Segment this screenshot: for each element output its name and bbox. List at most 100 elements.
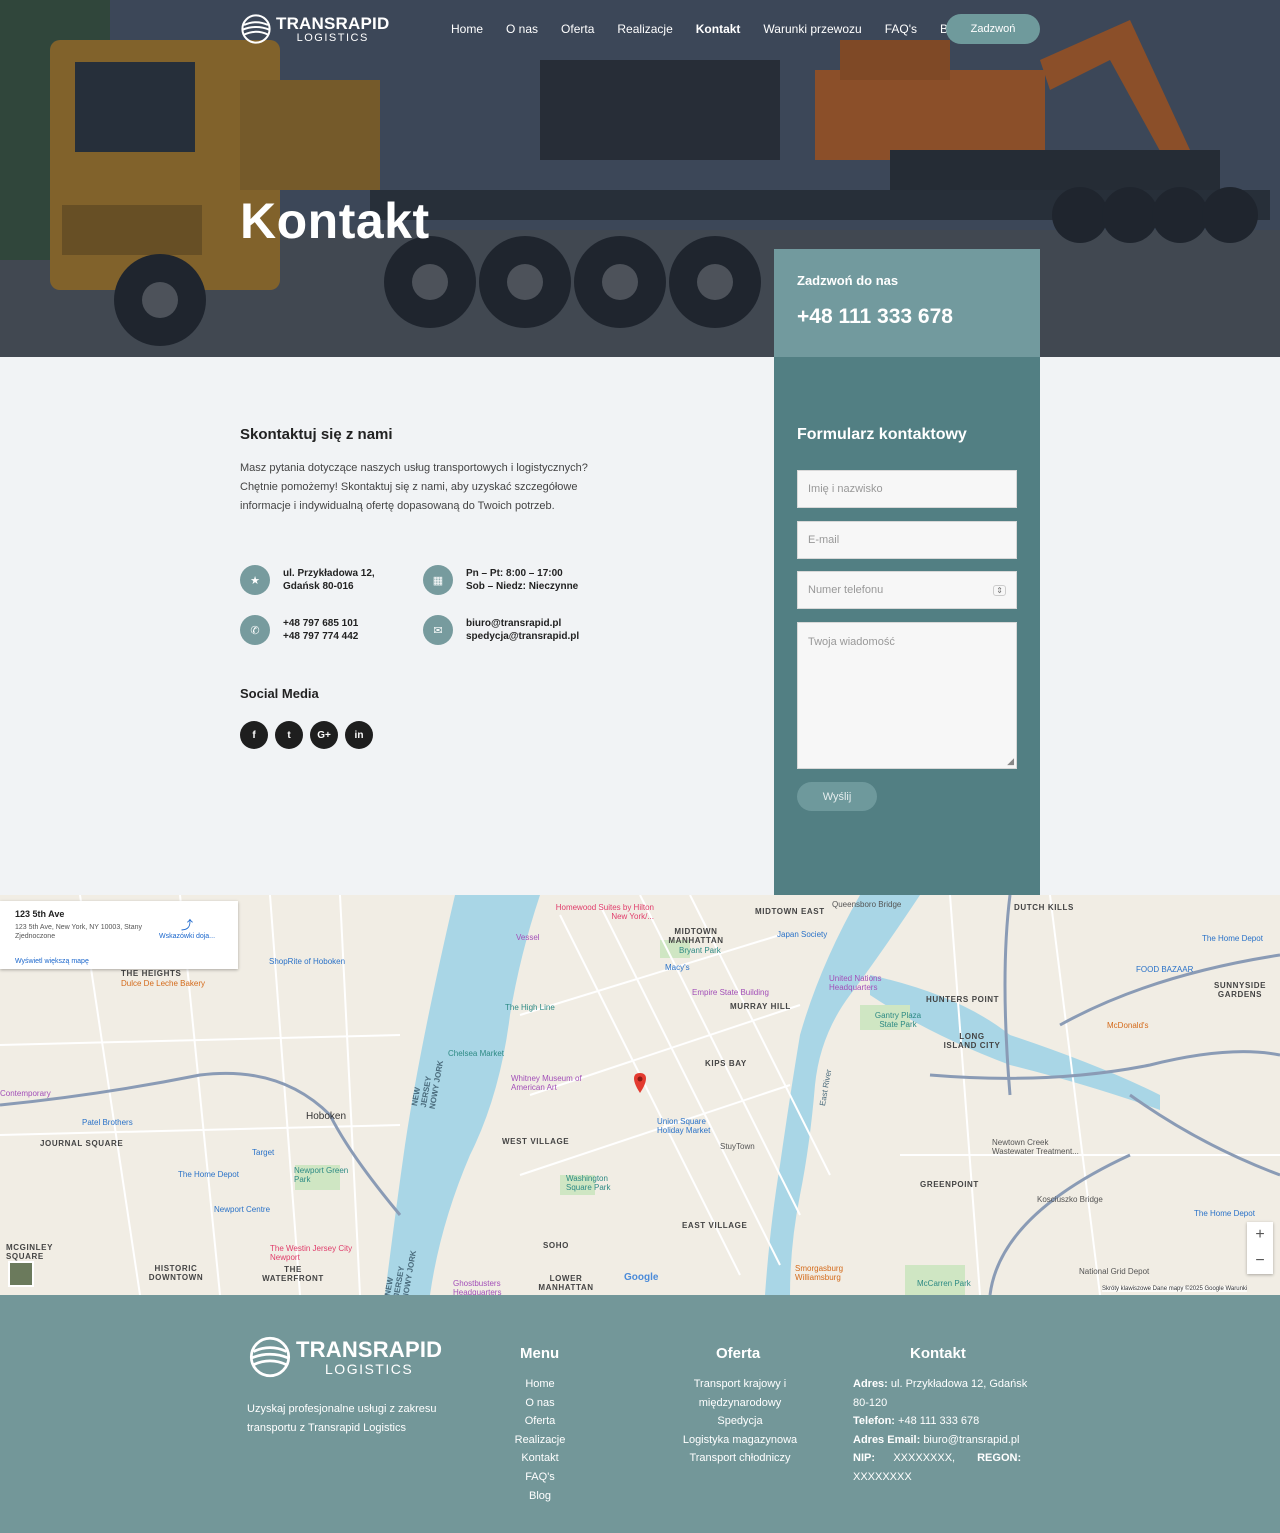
- main-nav: Home O nas Oferta Realizacje Kontakt War…: [451, 22, 987, 36]
- address-info: ★ ul. Przykładowa 12, Gdańsk 80-016: [240, 565, 375, 595]
- footer-tel[interactable]: +48 111 333 678: [898, 1415, 979, 1427]
- footer-menu: Home O nas Oferta Realizacje Kontakt FAQ…: [500, 1375, 580, 1505]
- footer-offer-item[interactable]: Transport chłodniczy: [670, 1449, 810, 1468]
- footer-offer: Transport krajowy i międzynarodowy Spedy…: [670, 1375, 810, 1468]
- footer-offer-item[interactable]: międzynarodowy: [670, 1394, 810, 1413]
- map-directions-link[interactable]: ⤴ Wskazówki doja...: [159, 916, 215, 940]
- contact-form: Formularz kontaktowy Imię i nazwisko E-m…: [774, 357, 1040, 895]
- footer-menu-title: Menu: [520, 1345, 560, 1362]
- footer-tagline: Uzyskaj profesjonalne usługi z zakresu t…: [247, 1403, 437, 1434]
- location-icon: ★: [240, 565, 270, 595]
- footer-menu-blog[interactable]: Blog: [500, 1487, 580, 1506]
- footer-addr-label: Adres:: [853, 1378, 888, 1390]
- map-label: Queensboro Bridge: [832, 900, 902, 909]
- phone-1[interactable]: +48 797 685 101: [283, 617, 358, 630]
- map-label: FOOD BAZAAR: [1136, 965, 1194, 974]
- footer-nip-label: NIP:: [853, 1452, 875, 1465]
- linkedin-icon[interactable]: in: [345, 721, 373, 749]
- map-label: United Nations Headquarters: [829, 974, 882, 992]
- email-input[interactable]: E-mail: [797, 521, 1017, 559]
- map-label: StuyTown: [720, 1142, 755, 1151]
- map-label: LOWER MANHATTAN: [538, 1274, 594, 1292]
- facebook-icon[interactable]: f: [240, 721, 268, 749]
- nav-o-nas[interactable]: O nas: [506, 22, 538, 36]
- hours-weekend: Sob – Niedz: Nieczynne: [466, 581, 579, 592]
- map-label: DUTCH KILLS: [1014, 903, 1074, 912]
- map-label: Whitney Museum of American Art: [511, 1074, 582, 1092]
- footer-menu-realizacje[interactable]: Realizacje: [500, 1431, 580, 1450]
- footer-logo[interactable]: TRANSRAPID LOGISTICS: [248, 1335, 442, 1379]
- call-us-box: Zadzwoń do nas +48 111 333 678: [774, 249, 1040, 357]
- call-button[interactable]: Zadzwoń: [946, 14, 1040, 44]
- map-label: MURRAY HILL: [730, 1002, 791, 1011]
- page-title: Kontakt: [240, 193, 430, 249]
- map-satellite-thumbnail[interactable]: [8, 1261, 34, 1287]
- map-label: McCarren Park: [917, 1279, 971, 1288]
- map-label: The Home Depot: [178, 1170, 239, 1179]
- footer-offer-item[interactable]: Spedycja: [670, 1412, 810, 1431]
- footer-menu-home[interactable]: Home: [500, 1375, 580, 1394]
- number-stepper-icon[interactable]: ⇕: [993, 584, 1006, 596]
- map-label: The Home Depot: [1194, 1209, 1255, 1218]
- footer-tel-label: Telefon:: [853, 1415, 895, 1428]
- nav-warunki-przewozu[interactable]: Warunki przewozu: [763, 22, 861, 36]
- nav-home[interactable]: Home: [451, 22, 483, 36]
- footer-menu-kontakt[interactable]: Kontakt: [500, 1449, 580, 1468]
- map-label: Newport Green Park: [294, 1166, 349, 1184]
- phone-2[interactable]: +48 797 774 442: [283, 630, 358, 643]
- zoom-in-icon[interactable]: +: [1255, 1226, 1264, 1244]
- hours-weekdays: Pn – Pt: 8:00 – 17:00: [466, 568, 563, 579]
- map-label: Bryant Park: [679, 946, 721, 955]
- map-label: Target: [252, 1148, 275, 1157]
- map-place-card: 123 5th Ave 123 5th Ave, New York, NY 10…: [0, 901, 238, 969]
- resize-handle-icon[interactable]: ◢: [1007, 756, 1014, 767]
- message-placeholder: Twoja wiadomość: [808, 636, 895, 648]
- footer-brand-name: TRANSRAPID: [296, 1336, 443, 1362]
- footer-menu-faqs[interactable]: FAQ's: [500, 1468, 580, 1487]
- social-title: Social Media: [240, 686, 319, 701]
- header-logo[interactable]: TRANSRAPID LOGISTICS: [240, 13, 389, 45]
- address-line-1: ul. Przykładowa 12,: [283, 568, 375, 579]
- email-1[interactable]: biuro@transrapid.pl: [466, 617, 579, 630]
- google-map[interactable]: THE HEIGHTS Dulce De Leche Bakery ShopRi…: [0, 895, 1280, 1295]
- address-line-2: Gdańsk 80-016: [283, 581, 354, 592]
- globe-logo-icon: [249, 1336, 291, 1378]
- footer-offer-title: Oferta: [716, 1345, 761, 1362]
- social-links: f t G+ in: [240, 721, 373, 749]
- nav-oferta[interactable]: Oferta: [561, 22, 594, 36]
- zoom-out-icon[interactable]: −: [1255, 1252, 1264, 1270]
- map-label: Vessel: [516, 933, 540, 942]
- google-plus-icon[interactable]: G+: [310, 721, 338, 749]
- form-title: Formularz kontaktowy: [797, 426, 967, 443]
- name-input[interactable]: Imię i nazwisko: [797, 470, 1017, 508]
- map-label: THE WATERFRONT: [262, 1265, 324, 1283]
- envelope-icon: ✉: [423, 615, 453, 645]
- map-label: McDonald's: [1107, 1021, 1149, 1030]
- message-textarea[interactable]: Twoja wiadomość ◢: [797, 622, 1017, 769]
- map-label: Smorgasburg Williamsburg: [795, 1264, 844, 1282]
- email-2[interactable]: spedycja@transrapid.pl: [466, 630, 579, 643]
- map-label: Union Square Holiday Market: [657, 1117, 711, 1135]
- call-us-phone[interactable]: +48 111 333 678: [797, 305, 1017, 329]
- map-footer[interactable]: Skróty klawiszowe Dane mapy ©2025 Google…: [1102, 1286, 1248, 1292]
- footer-menu-oferta[interactable]: Oferta: [500, 1412, 580, 1431]
- map-zoom-controls: + −: [1247, 1222, 1273, 1274]
- nav-faqs[interactable]: FAQ's: [885, 22, 917, 36]
- footer-menu-o-nas[interactable]: O nas: [500, 1394, 580, 1413]
- send-button[interactable]: Wyślij: [797, 782, 877, 811]
- map-label: MIDTOWN EAST: [755, 907, 825, 916]
- map-label: The High Line: [505, 1003, 555, 1012]
- footer-email-label: Adres Email:: [853, 1433, 921, 1446]
- nav-realizacje[interactable]: Realizacje: [617, 22, 672, 36]
- map-label: HUNTERS POINT: [926, 995, 1000, 1004]
- map-label: Washington Square Park: [566, 1174, 611, 1192]
- map-larger-link[interactable]: Wyświetl większą mapę: [15, 958, 89, 965]
- footer-offer-item[interactable]: Logistyka magazynowa: [670, 1431, 810, 1450]
- footer-email[interactable]: biuro@transrapid.pl: [923, 1434, 1019, 1446]
- footer-offer-item[interactable]: Transport krajowy i: [670, 1375, 810, 1394]
- map-label: MIDTOWN MANHATTAN: [668, 927, 724, 945]
- phone-input[interactable]: Numer telefonu ⇕: [797, 571, 1017, 609]
- nav-kontakt[interactable]: Kontakt: [696, 22, 741, 36]
- twitter-icon[interactable]: t: [275, 721, 303, 749]
- map-label: SOHO: [543, 1241, 569, 1250]
